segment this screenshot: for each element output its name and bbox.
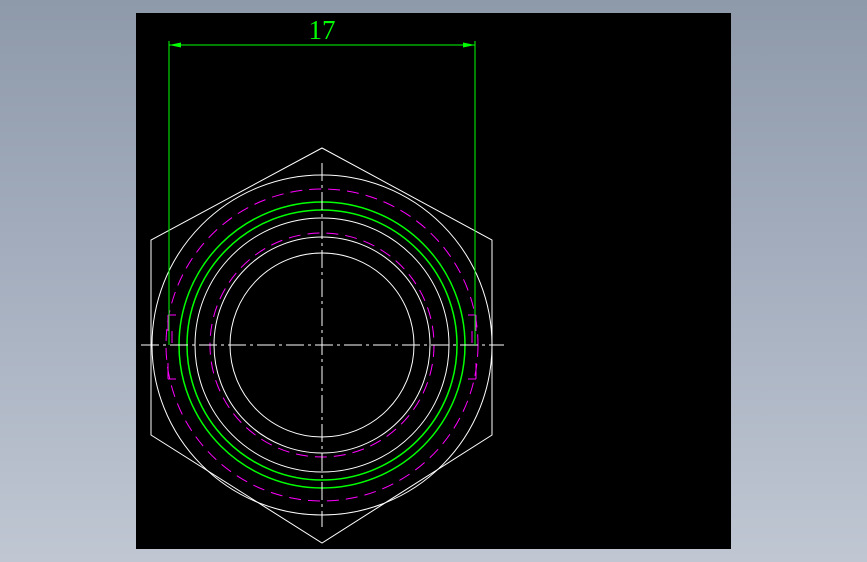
dimension-arrow-right	[463, 42, 475, 48]
dimension-label: 17	[309, 15, 336, 45]
cad-viewport[interactable]: 17	[136, 13, 731, 549]
dimension-arrow-left	[169, 42, 181, 48]
drawing-canvas: 17	[141, 15, 504, 544]
